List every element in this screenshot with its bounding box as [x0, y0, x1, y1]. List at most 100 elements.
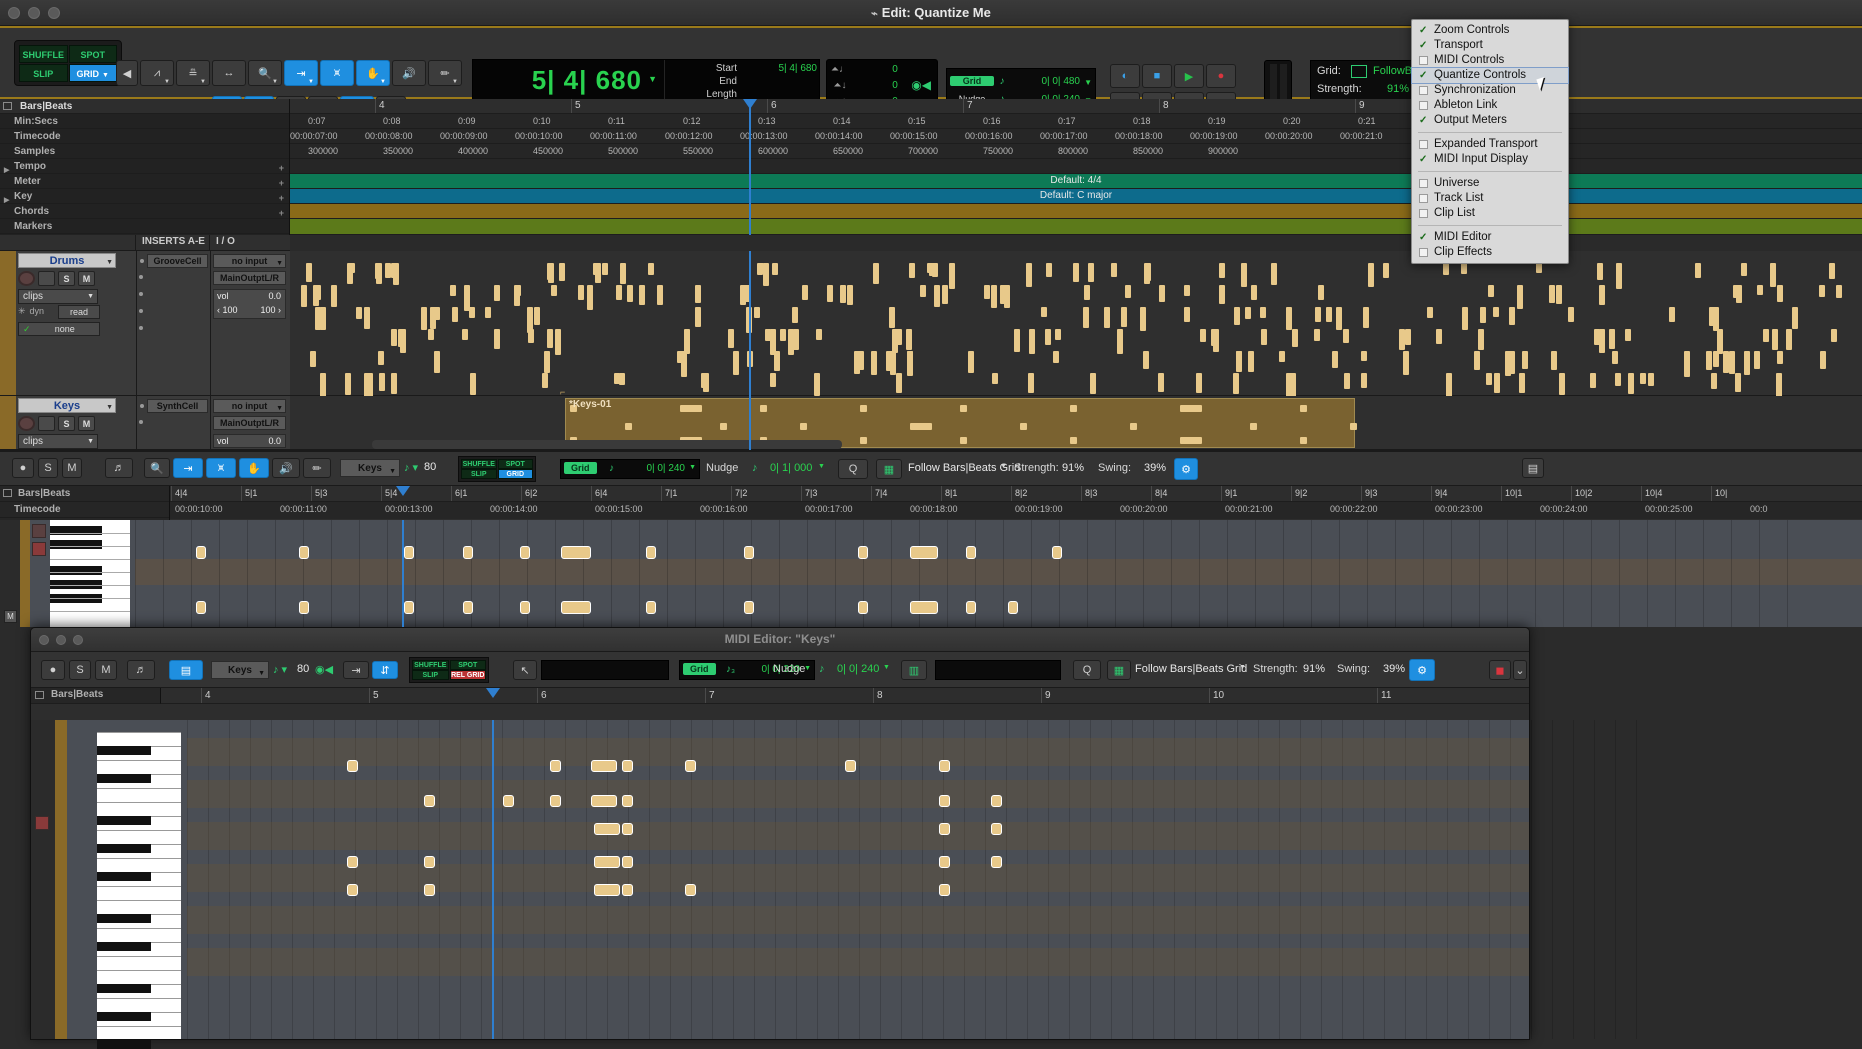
midi-note[interactable]	[379, 373, 385, 391]
volume-pan-drums[interactable]: vol 0.0 ‹ 100 100 ›	[213, 289, 286, 319]
quantize-strength-value[interactable]: 91%	[1387, 83, 1409, 95]
midi-note[interactable]	[754, 307, 760, 318]
midi-note[interactable]	[1361, 373, 1367, 388]
midi-note[interactable]	[792, 307, 798, 323]
midi-note[interactable]	[494, 285, 500, 301]
midi-note[interactable]	[622, 856, 633, 868]
midi-note[interactable]	[347, 856, 358, 868]
me-magnify-tool[interactable]: 🔍	[144, 458, 170, 478]
mute-button[interactable]: M	[78, 271, 95, 286]
midi-note[interactable]	[391, 373, 397, 394]
me-grid-value[interactable]: 0| 0| 240	[646, 463, 685, 474]
ruler-name-chords[interactable]: Chords+	[0, 204, 289, 219]
midi-note[interactable]	[1053, 351, 1059, 363]
zoomer-tool-button[interactable]: ↔	[212, 60, 246, 86]
zoom-prev-button[interactable]: ◀	[116, 60, 138, 86]
insert-slot-b-drums[interactable]	[147, 271, 208, 285]
midi-note[interactable]	[728, 329, 734, 348]
midi-editor-window-titlebar[interactable]: MIDI Editor: "Keys"	[31, 628, 1529, 652]
midi-note[interactable]	[1480, 307, 1486, 323]
midi-note[interactable]	[1300, 405, 1307, 412]
midi-note[interactable]	[1536, 263, 1542, 273]
midi-note[interactable]	[1104, 307, 1110, 328]
midi-note[interactable]	[1522, 351, 1528, 369]
ruler-lane-bars-beats[interactable]: 456789	[290, 99, 1862, 114]
midi-note[interactable]	[347, 760, 358, 772]
midi-note[interactable]	[1361, 351, 1367, 361]
midi-note[interactable]	[1819, 285, 1825, 297]
midi-note[interactable]	[1723, 351, 1729, 373]
midi-note[interactable]	[1695, 263, 1701, 278]
selector-tool-button[interactable]: ⩙	[320, 60, 354, 86]
track-view-selector-drums[interactable]: clips▼	[18, 289, 98, 304]
zoom-midi-button[interactable]: ≞▼	[176, 60, 210, 86]
midi-note[interactable]	[622, 884, 633, 896]
midi-note[interactable]	[299, 601, 309, 614]
midi-note[interactable]	[591, 760, 617, 772]
midi-note[interactable]	[920, 285, 926, 297]
automation-mode-drums[interactable]: read	[58, 305, 100, 319]
midi-note[interactable]	[1145, 263, 1151, 281]
midi-note[interactable]	[1200, 329, 1206, 342]
midi-note[interactable]	[1556, 285, 1562, 304]
midi-note[interactable]	[939, 760, 950, 772]
midi-note[interactable]	[1300, 437, 1307, 444]
ruler-name-timecode[interactable]: Timecode	[0, 129, 289, 144]
midi-note[interactable]	[1474, 351, 1480, 370]
midi-note[interactable]	[364, 307, 370, 329]
edit-mode-grid[interactable]: GRID▼	[69, 64, 118, 82]
midi-note[interactable]	[934, 285, 940, 307]
ruler-lane-min-secs[interactable]: 0:070:080:090:100:110:120:130:140:150:16…	[290, 114, 1862, 129]
midi-note[interactable]	[1443, 263, 1449, 275]
midi-note[interactable]	[939, 856, 950, 868]
midi-note[interactable]	[547, 329, 553, 348]
track-header-drums[interactable]: Drums▼ S M clips▼ ✳dyn read ✓none Groove…	[0, 251, 290, 396]
midi-note[interactable]	[1777, 351, 1783, 364]
ruler-name-tempo[interactable]: ▶Tempo+	[0, 159, 289, 174]
track-playlist-drums[interactable]: ✓none	[18, 322, 100, 336]
midi-editor-window-toolbar[interactable]: ● S M ♬ ▤ Keys▼ ♪ ▾ 80 ◉◀ ⇥ ⇵ SHUFFLESPO…	[31, 652, 1529, 688]
midi-editor-docked-grid[interactable]	[0, 520, 1862, 627]
midi-note[interactable]	[1184, 285, 1190, 296]
midi-note[interactable]	[591, 795, 617, 807]
midi-note[interactable]	[559, 263, 565, 281]
midi-note[interactable]	[1279, 351, 1285, 362]
chevron-down-icon[interactable]: ▼	[1084, 78, 1092, 87]
mute-button[interactable]: M	[78, 416, 95, 431]
midi-note[interactable]	[1315, 307, 1321, 322]
me-mode-slip[interactable]: SLIP	[461, 469, 497, 479]
midi-note[interactable]	[1405, 329, 1411, 345]
me-quantize-apply-button[interactable]: Q	[838, 459, 868, 479]
midi-note[interactable]	[847, 285, 853, 305]
midi-note[interactable]	[1770, 263, 1776, 287]
midi-note[interactable]	[1248, 351, 1254, 372]
midi-note[interactable]	[886, 351, 892, 371]
midi-note[interactable]	[1286, 307, 1292, 330]
input-monitor-button[interactable]	[38, 416, 55, 431]
mew-record-button[interactable]: ●	[41, 660, 65, 680]
menu-item-midi-input-display[interactable]: ✓MIDI Input Display	[1412, 152, 1568, 167]
midi-note[interactable]	[622, 760, 633, 772]
midi-note[interactable]	[1599, 329, 1605, 353]
io-keys[interactable]: no input▼ MainOutptL/R vol 0.0	[210, 396, 290, 449]
midi-note[interactable]	[939, 795, 950, 807]
midi-note[interactable]	[991, 823, 1002, 835]
midi-note[interactable]	[1777, 285, 1783, 302]
midi-note[interactable]	[892, 329, 898, 353]
grid-row[interactable]: Grid ♪ 0| 0| 480▼	[950, 72, 1092, 90]
grid-value[interactable]: 0| 0| 480▼	[1010, 76, 1092, 87]
midi-note[interactable]	[1462, 307, 1468, 330]
ruler-lane-markers[interactable]	[290, 219, 1862, 235]
midi-note[interactable]	[774, 351, 780, 371]
midi-note[interactable]	[602, 263, 608, 275]
mew-track-selector[interactable]: Keys▼	[211, 661, 269, 679]
midi-note[interactable]	[701, 373, 707, 388]
midi-note[interactable]	[1383, 263, 1389, 278]
midi-note[interactable]	[966, 546, 976, 559]
midi-note[interactable]	[720, 423, 727, 430]
midi-note[interactable]	[347, 884, 358, 896]
midi-note[interactable]	[1669, 307, 1675, 322]
menu-item-ableton-link[interactable]: Ableton Link	[1412, 98, 1568, 113]
record-arm-button[interactable]	[18, 271, 35, 286]
piano-black-key[interactable]	[50, 540, 102, 549]
